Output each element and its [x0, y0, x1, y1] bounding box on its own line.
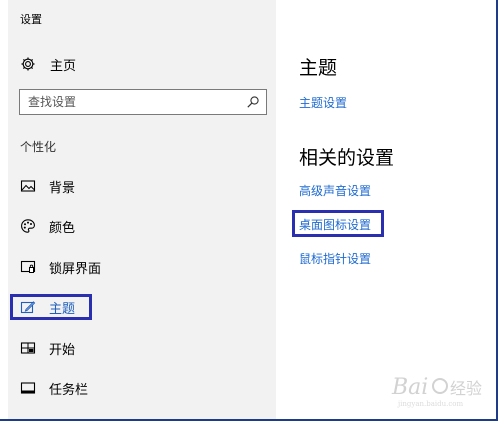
related-settings-heading: 相关的设置: [299, 147, 395, 169]
sidebar-item-label: 背景: [49, 180, 76, 196]
svg-text:jingyan.baidu.com: jingyan.baidu.com: [397, 400, 464, 408]
sidebar-item-lock-screen[interactable]: 锁屏界面: [20, 257, 260, 277]
baidu-watermark-icon: Bai 经验 jingyan.baidu.com: [391, 375, 482, 408]
sidebar-item-label: 开始: [49, 342, 76, 358]
mouse-pointer-settings-link[interactable]: 鼠标指针设置: [299, 250, 371, 267]
start-tiles-icon: [20, 342, 36, 354]
lock-screen-icon: [20, 260, 36, 273]
taskbar-icon: [20, 382, 36, 394]
search-icon[interactable]: [246, 95, 260, 109]
settings-window: 设置 主页 个性化 背景 颜色: [0, 0, 498, 421]
home-label: 主页: [50, 58, 77, 74]
highlight-box-desktop-icons: [292, 210, 384, 237]
window-title: 设置: [20, 13, 42, 26]
picture-icon: [20, 180, 36, 192]
sidebar-item-home[interactable]: 主页: [20, 55, 77, 74]
sidebar-item-background[interactable]: 背景: [20, 176, 260, 196]
svg-text:Bai: Bai: [391, 375, 428, 400]
search-input[interactable]: [20, 91, 246, 113]
section-label: 个性化: [20, 140, 57, 154]
sidebar-item-label: 颜色: [49, 220, 76, 236]
page-title: 主题: [299, 57, 338, 79]
advanced-sound-settings-link[interactable]: 高级声音设置: [299, 182, 371, 199]
highlight-box-themes: [10, 294, 92, 320]
sidebar-item-colors[interactable]: 颜色: [20, 216, 260, 236]
sidebar-item-taskbar[interactable]: 任务栏: [20, 378, 260, 398]
theme-settings-link[interactable]: 主题设置: [299, 94, 347, 111]
sidebar-item-label: 锁屏界面: [49, 261, 102, 277]
gear-icon: [21, 57, 35, 71]
sidebar-item-start[interactable]: 开始: [20, 338, 260, 358]
svg-text:经验: 经验: [450, 379, 482, 398]
palette-icon: [21, 219, 35, 233]
search-box[interactable]: [19, 89, 267, 115]
sidebar-item-label: 任务栏: [49, 382, 89, 398]
watermark-logo: Bai 经验 jingyan.baidu.com: [390, 370, 490, 410]
